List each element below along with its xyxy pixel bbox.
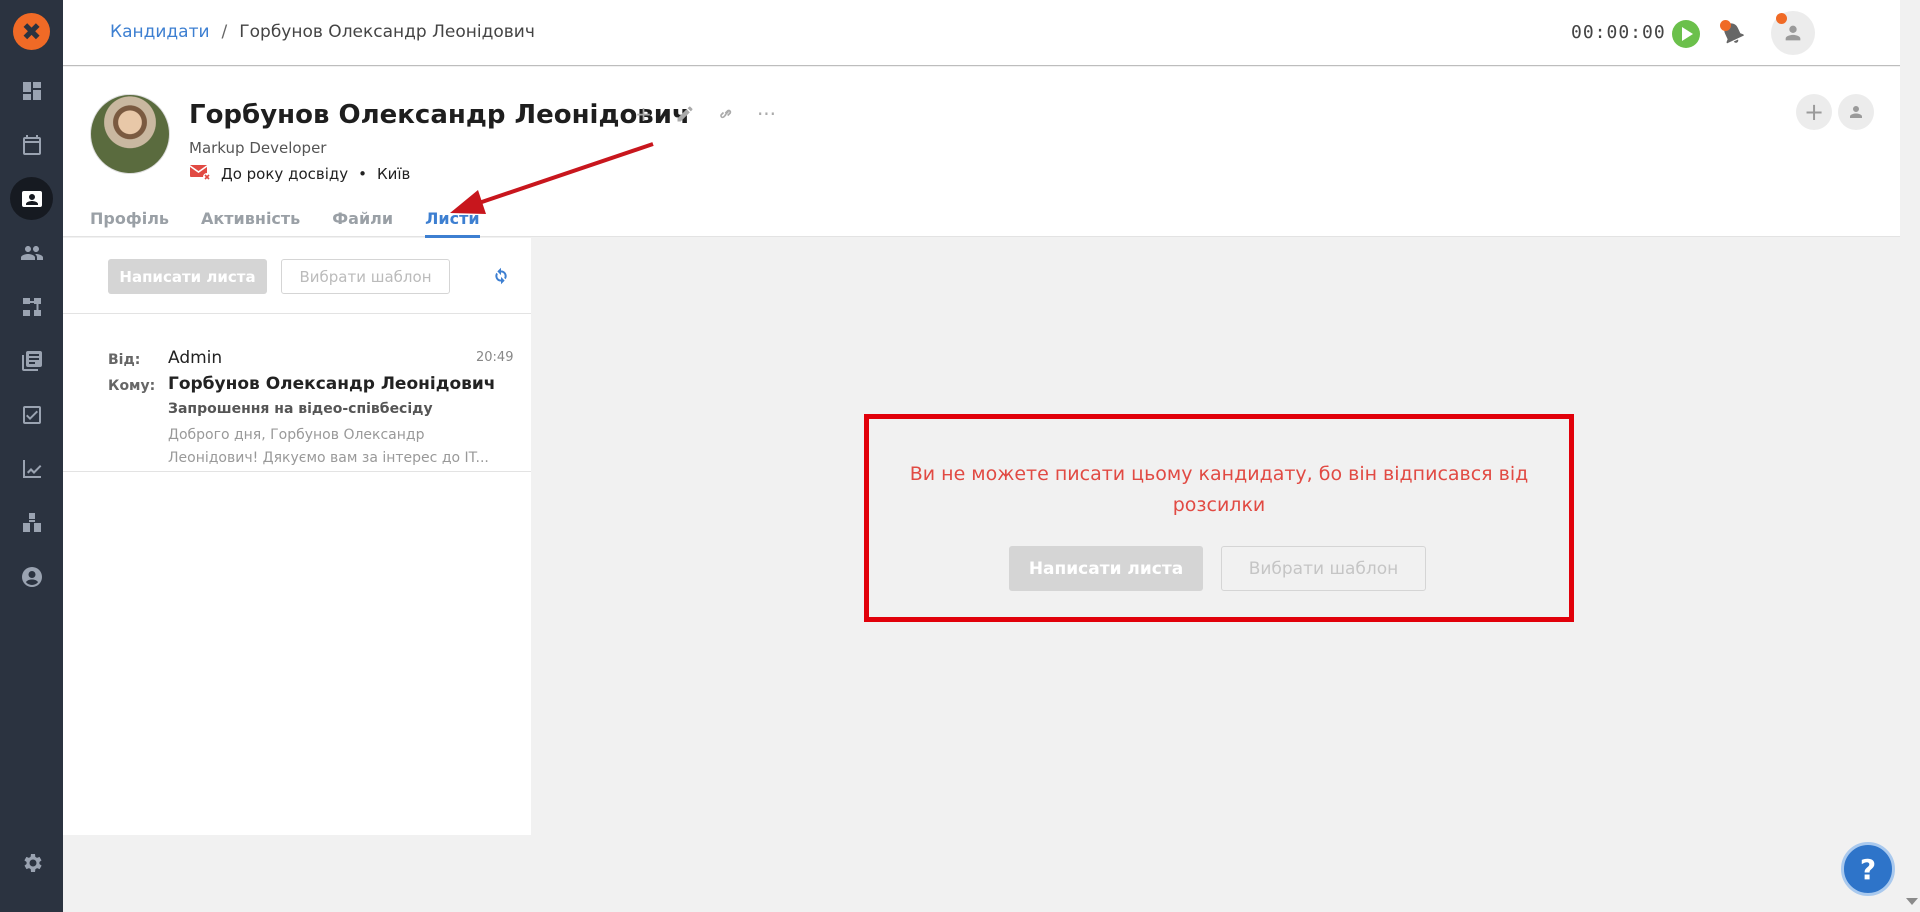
tasks-icon[interactable] (10, 393, 53, 436)
analytics-icon[interactable] (10, 447, 53, 490)
notice-write-letter-button[interactable]: Написати листа (1009, 546, 1203, 591)
help-button[interactable]: ? (1841, 842, 1895, 896)
breadcrumb-candidates-link[interactable]: Кандидати (110, 22, 210, 42)
page-scrollbar[interactable] (1903, 0, 1920, 912)
candidate-position: Markup Developer (189, 139, 327, 157)
candidate-photo (90, 94, 170, 174)
boxes-icon[interactable] (10, 501, 53, 544)
tab-files[interactable]: Файли (332, 209, 393, 238)
time-tracker: 00:00:00 (1571, 22, 1666, 43)
link-icon[interactable] (715, 103, 736, 124)
breadcrumb-separator: / (221, 22, 228, 42)
mail-time: 20:49 (476, 350, 514, 365)
more-icon[interactable]: ··· (756, 102, 777, 126)
candidate-experience: До року досвіду (221, 165, 349, 183)
dashboard-icon[interactable] (10, 69, 53, 112)
candidate-tools: + ··· (633, 102, 777, 126)
write-letter-button[interactable]: Написати листа (108, 259, 267, 294)
notifications-bell-icon[interactable] (1718, 18, 1748, 48)
header-add-button[interactable]: + (1796, 94, 1832, 130)
avatar-badge (1776, 13, 1787, 24)
add-icon[interactable]: + (633, 102, 654, 126)
mail-subject: Запрошення на відео-співбесіду (168, 401, 433, 417)
notification-badge (1720, 20, 1731, 31)
calendar-icon[interactable] (10, 123, 53, 166)
account-icon[interactable] (10, 555, 53, 598)
edit-icon[interactable] (674, 103, 695, 124)
breadcrumb-current: Горбунов Олександр Леонідович (239, 22, 535, 42)
tab-activity[interactable]: Активність (201, 209, 300, 238)
header-person-button[interactable] (1838, 94, 1874, 130)
meta-separator: • (358, 165, 367, 183)
user-avatar[interactable] (1771, 11, 1815, 55)
settings-icon[interactable] (10, 841, 53, 884)
candidate-city: Київ (376, 165, 411, 183)
mail-preview: Доброго дня, Горбунов Олександр Леонідов… (168, 427, 489, 466)
mail-list-panel: Написати листа Вибрати шаблон Від: Admin… (63, 238, 531, 835)
breadcrumb: Кандидати / Горбунов Олександр Леонідови… (110, 22, 535, 42)
notice-choose-template-button[interactable]: Вибрати шаблон (1221, 546, 1426, 591)
candidate-name: Горбунов Олександр Леонідович (189, 100, 690, 130)
choose-template-button[interactable]: Вибрати шаблон (281, 259, 450, 294)
play-icon[interactable] (1672, 20, 1700, 48)
to-label: Кому: (108, 378, 156, 394)
candidates-icon[interactable] (10, 177, 53, 220)
annotation-arrow (450, 142, 654, 214)
mail-toolbar: Написати листа Вибрати шаблон (63, 238, 531, 314)
scroll-down-arrow-icon[interactable] (1906, 898, 1918, 905)
hierarchy-icon[interactable] (10, 285, 53, 328)
unsubscribed-mail-icon (189, 163, 211, 185)
mail-from: Admin (168, 348, 223, 368)
unsubscribed-notice: Ви не можете писати цьому кандидату, бо … (864, 414, 1574, 622)
candidate-header: Горбунов Олександр Леонідович + ··· Mark… (63, 67, 1900, 238)
candidate-meta: До року досвіду • Київ (189, 163, 410, 185)
mail-to: Горбунов Олександр Леонідович (168, 374, 496, 394)
sidebar: ✖ (0, 0, 63, 912)
mail-list-item[interactable]: Від: Admin Кому: Горбунов Олександр Леон… (63, 314, 531, 472)
tab-profile[interactable]: Профіль (90, 209, 169, 238)
people-icon[interactable] (10, 231, 53, 274)
library-icon[interactable] (10, 339, 53, 382)
candidate-tabs: Профіль Активність Файли Листи (90, 209, 480, 238)
app-logo[interactable]: ✖ (13, 13, 50, 50)
from-label: Від: (108, 352, 141, 368)
refresh-icon[interactable] (490, 265, 512, 287)
unsubscribed-message: Ви не можете писати цьому кандидату, бо … (909, 463, 1529, 516)
